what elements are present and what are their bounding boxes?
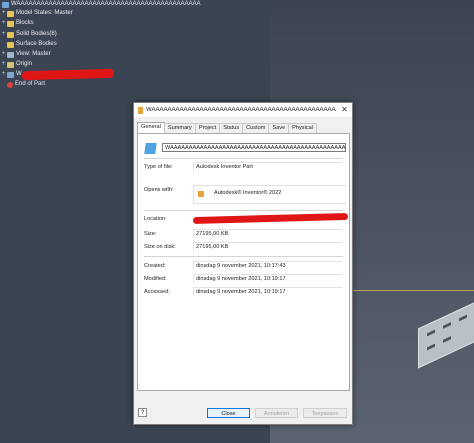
divider [144, 210, 343, 211]
size-on-disk-value: 27195,00 KB [193, 242, 343, 252]
accessed-label: Accessed: [144, 289, 170, 295]
browser-item-label: Blocks [16, 20, 34, 26]
model-states-icon [7, 10, 14, 17]
part-slot [427, 343, 435, 351]
tab-physical[interactable]: Physical [288, 123, 317, 133]
browser-item-label: Solid Bodies(8) [16, 31, 57, 37]
file-name-field[interactable]: WAAAAAAAAAAAAAAAAAAAAAAAAAAAAAAAAAAAAAAA… [162, 143, 346, 152]
close-button[interactable]: Close [207, 408, 250, 418]
part-slot [443, 322, 451, 329]
end-of-part-icon [7, 81, 13, 88]
browser-item-view[interactable]: + View: Master [1, 50, 51, 59]
part-file-icon [144, 143, 157, 154]
browser-item-surface-bodies[interactable]: Surface Bodies [1, 40, 57, 49]
location-label: Location: [144, 216, 167, 222]
size-label: Size: [144, 231, 157, 237]
folder-icon [7, 61, 14, 68]
dialog-titlebar[interactable]: WAAAAAAAAAAAAAAAAAAAAAAAAAAAAAAAAAAAAAAA… [134, 103, 352, 117]
folder-icon [7, 41, 14, 48]
accessed-value: dinsdag 9 november 2021, 10:19:17 [193, 287, 343, 297]
modified-value: dinsdag 9 november 2021, 10:19:17 [193, 274, 343, 284]
size-value: 27195,00 KB [193, 229, 343, 239]
created-value: dinsdag 9 november 2021, 10:17:43 [193, 261, 343, 271]
folder-icon [7, 20, 14, 27]
tab-save[interactable]: Save [268, 123, 290, 133]
browser-item-redacted[interactable]: + W [1, 70, 22, 79]
view-icon [7, 51, 14, 58]
help-icon[interactable]: ? [138, 408, 147, 417]
tab-project[interactable]: Project [194, 123, 221, 133]
folder-icon [7, 31, 14, 38]
type-of-file-value: Autodesk Inventor Part [193, 162, 343, 172]
type-of-file-label: Type of file: [144, 164, 173, 170]
part-slot [459, 314, 467, 322]
expand-plus-icon[interactable]: + [1, 70, 6, 79]
expand-plus-icon[interactable]: + [1, 9, 6, 18]
dialog-title: WAAAAAAAAAAAAAAAAAAAAAAAAAAAAAAAAAAAAAAA… [146, 107, 336, 113]
redaction-mark [21, 68, 115, 81]
general-panel: WAAAAAAAAAAAAAAAAAAAAAAAAAAAAAAAAAAAAAAA… [137, 133, 350, 391]
created-label: Created: [144, 263, 166, 269]
part-icon [7, 71, 14, 78]
browser-root-title: WAAAAAAAAAAAAAAAAAAAAAAAAAAAAAAAAAAAAAAA… [11, 1, 201, 7]
browser-item-blocks[interactable]: + Blocks [1, 19, 34, 28]
expand-plus-icon[interactable]: + [1, 50, 6, 59]
opens-with-field: Autodesk® Inventor® 2022 [193, 185, 347, 204]
tab-summary[interactable]: Summary [163, 123, 196, 133]
expand-plus-icon[interactable]: + [1, 19, 6, 28]
divider [144, 158, 343, 159]
part-slot [427, 329, 435, 337]
size-on-disk-label: Size on disk: [144, 244, 176, 250]
part-slot [443, 336, 451, 343]
inventor-app-icon [198, 191, 204, 197]
part-icon [2, 1, 9, 8]
inventor-app-icon [138, 106, 143, 114]
browser-item-label: End of Part [15, 81, 46, 87]
opens-with-label: Opens with: [144, 187, 174, 193]
browser-root[interactable]: WAAAAAAAAAAAAAAAAAAAAAAAAAAAAAAAAAAAAAAA… [1, 0, 201, 9]
expand-plus-icon[interactable]: + [1, 60, 6, 69]
browser-item-label: View: Master [16, 51, 51, 57]
tab-custom[interactable]: Custom [242, 123, 270, 133]
browser-item-model-states[interactable]: + Model States: Master [1, 9, 73, 18]
tab-status[interactable]: Status [219, 123, 244, 133]
browser-item-label: Origin [16, 61, 33, 67]
opens-with-value: Autodesk® Inventor® 2022 [214, 190, 282, 196]
divider [144, 256, 343, 257]
browser-item-origin[interactable]: + Origin [1, 60, 32, 69]
browser-item-label: W [16, 71, 22, 77]
close-icon[interactable]: ✕ [340, 105, 349, 114]
browser-item-label: Surface Bodies [16, 41, 57, 47]
expand-plus-icon[interactable]: + [1, 30, 6, 39]
browser-item-end-of-part[interactable]: End of Part [1, 80, 45, 89]
browser-item-label: Model States: Master [16, 10, 73, 16]
cancel-button[interactable]: Annuleren [255, 408, 298, 418]
tab-general[interactable]: General [137, 122, 165, 133]
browser-item-solid-bodies[interactable]: + Solid Bodies(8) [1, 30, 57, 39]
properties-dialog: WAAAAAAAAAAAAAAAAAAAAAAAAAAAAAAAAAAAAAAA… [133, 102, 353, 425]
modified-label: Modified: [144, 276, 167, 282]
redaction-mark [192, 212, 349, 225]
apply-button[interactable]: Toepassen [303, 408, 347, 418]
tab-strip: General Summary Project Status Custom Sa… [137, 122, 317, 133]
